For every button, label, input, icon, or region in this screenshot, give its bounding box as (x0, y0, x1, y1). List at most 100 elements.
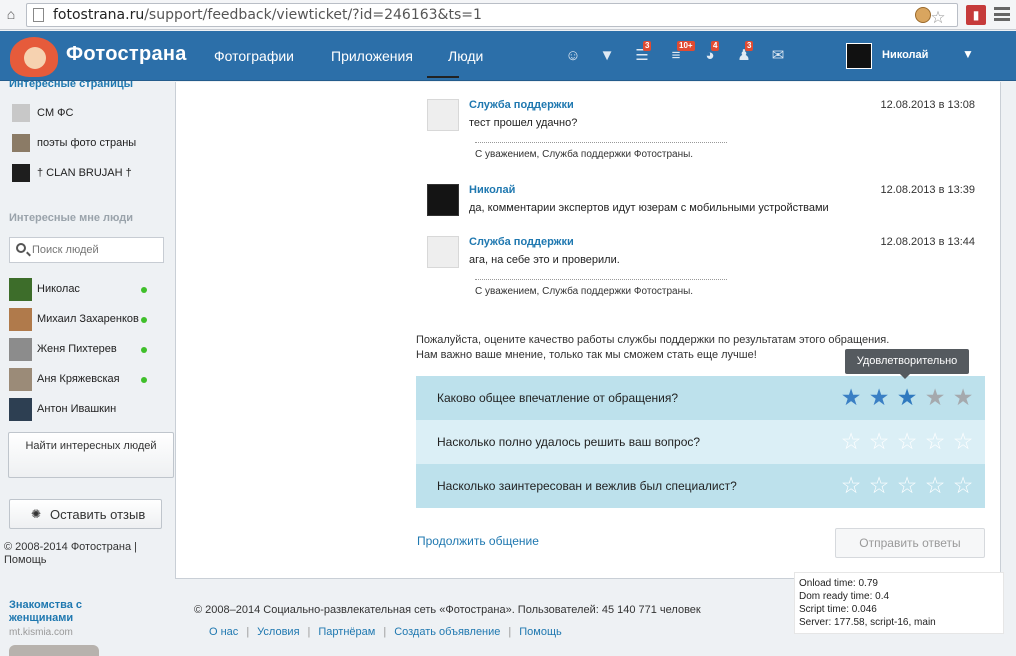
rating-row: Насколько полно удалось решить ваш вопро… (416, 420, 985, 464)
message-signature: С уважением, Служба поддержки Фотостраны… (475, 286, 694, 297)
url-text: fotostrana.ru/support/feedback/viewticke… (53, 7, 482, 23)
browser-toolbar: ⌂ fotostrana.ru/support/feedback/viewtic… (0, 0, 1016, 30)
browser-menu-icon[interactable] (994, 7, 1010, 21)
person-item[interactable]: Аня Кряжевская (9, 368, 169, 392)
copyright-text: © 2008-2014 Фотострана (4, 541, 132, 553)
signature-divider (475, 279, 727, 280)
find-people-button[interactable]: Найти интересных людей (8, 432, 174, 478)
footer-link-create-ad[interactable]: Создать объявление (394, 626, 500, 638)
star-icon[interactable]: ☆ (838, 428, 864, 454)
footer-divider: | (307, 626, 311, 638)
chevron-down-icon[interactable]: ▼ (962, 47, 974, 61)
home-icon[interactable]: ⌂ (3, 6, 19, 22)
logo-icon[interactable] (10, 37, 58, 77)
games-icon[interactable]: ◕ 4 (701, 41, 720, 64)
person-name: Аня Кряжевская (37, 373, 120, 385)
footer-link-help[interactable]: Помощь (519, 626, 562, 638)
page-thumb (12, 104, 30, 122)
star-icon[interactable]: ☆ (950, 472, 976, 498)
avatar[interactable] (846, 43, 872, 69)
debug-server: Server: 177.58, script-16, main (799, 617, 936, 628)
message-author[interactable]: Служба поддержки (469, 236, 574, 248)
help-link[interactable]: Помощь (4, 554, 47, 566)
message-author[interactable]: Николай (469, 184, 515, 196)
footer-links: О нас | Условия | Партнёрам | Создать объявлен… (209, 626, 562, 638)
star-icon[interactable]: ★ (838, 384, 864, 410)
star-icon[interactable]: ☆ (894, 472, 920, 498)
star-icon[interactable]: ☆ (922, 428, 948, 454)
message-author[interactable]: Служба поддержки (469, 99, 574, 111)
url-host: fotostrana.ru (53, 7, 145, 23)
sidebar-page-item[interactable]: † CLAN BRUJAH † (12, 164, 172, 182)
message-item: Служба поддержки 12.08.2013 в 13:44 ага,… (427, 236, 977, 306)
leave-feedback-label: Оставить отзыв (50, 507, 146, 522)
feed-badge: 10+ (677, 41, 695, 51)
rating-row: Каково общее впечатление от обращения? ★… (416, 376, 985, 420)
people-search[interactable] (9, 237, 164, 263)
star-icon[interactable]: ★ (866, 384, 892, 410)
page-icon (33, 8, 44, 22)
avatar (9, 398, 32, 421)
debug-panel: Onload time: 0.79 Dom ready time: 0.4 Sc… (794, 572, 1004, 634)
site-logo[interactable]: Фотострана (66, 43, 187, 66)
footer-link-partners[interactable]: Партнёрам (318, 626, 375, 638)
ad-url[interactable]: mt.kismia.com (9, 627, 73, 638)
search-input[interactable] (32, 242, 160, 258)
ad-image[interactable] (9, 645, 99, 656)
previous-avatar-edge (427, 76, 459, 78)
smile-icon[interactable]: ☺ (564, 48, 582, 64)
friends-icon[interactable]: ♟ 3 (735, 41, 754, 64)
ad-title[interactable]: Знакомства с женщинами (9, 599, 109, 625)
person-item[interactable]: Михаил Захаренков (9, 308, 169, 332)
footer-link-about[interactable]: О нас (209, 626, 238, 638)
address-bar[interactable]: fotostrana.ru/support/feedback/viewticke… (26, 3, 958, 27)
star-icon[interactable]: ★ (894, 384, 920, 410)
nav-apps[interactable]: Приложения (331, 48, 413, 64)
submit-answers-button[interactable]: Отправить ответы (835, 528, 985, 558)
sidebar: Интересные страницы CM ФС поэты фото стр… (0, 78, 175, 656)
person-name: Николас (37, 283, 80, 295)
person-item[interactable]: Женя Пихтерев (9, 338, 169, 362)
page-thumb (12, 164, 30, 182)
mail-icon[interactable]: ✉ (769, 48, 787, 64)
signature-divider (475, 142, 727, 143)
star-icon[interactable]: ☆ (950, 428, 976, 454)
star-icon[interactable]: ★ (950, 384, 976, 410)
rating-tooltip: Удовлетворительно (845, 349, 969, 379)
person-item[interactable]: Антон Ивашкин (9, 398, 169, 422)
bookmark-star-icon[interactable]: ☆ (925, 5, 951, 31)
star-icon[interactable]: ☆ (894, 428, 920, 454)
support-avatar (427, 236, 459, 268)
star-icon[interactable]: ☆ (866, 472, 892, 498)
person-name: Михаил Захаренков (37, 313, 139, 325)
notes-icon[interactable]: ☰ 3 (633, 41, 652, 64)
page-label: † CLAN BRUJAH † (37, 167, 132, 179)
footer-link-terms[interactable]: Условия (257, 626, 299, 638)
continue-conversation-link[interactable]: Продолжить общение (417, 534, 539, 548)
rating-row: Насколько заинтересован и вежлив был спе… (416, 464, 985, 508)
user-name[interactable]: Николай (882, 49, 928, 61)
rating-intro-line2: Нам важно ваше мнение, только так мы смо… (416, 349, 757, 361)
lightbulb-icon: ✺ (30, 507, 42, 521)
nav-photos[interactable]: Фотографии (214, 48, 294, 64)
message-time: 12.08.2013 в 13:44 (880, 236, 975, 248)
feed-icon[interactable]: ≡ 10+ (667, 41, 695, 64)
interesting-pages-title[interactable]: Интересные страницы (9, 78, 133, 90)
bookmarks-icon[interactable]: ▮ (966, 5, 986, 25)
page-label: поэты фото страны (37, 137, 137, 149)
nav-people[interactable]: Люди (448, 48, 483, 64)
message-signature: С уважением, Служба поддержки Фотостраны… (475, 149, 694, 160)
diamond-icon[interactable]: ▼ (598, 48, 616, 64)
footer-divider: | (508, 626, 512, 638)
star-icon[interactable]: ☆ (838, 472, 864, 498)
person-name: Женя Пихтерев (37, 343, 117, 355)
person-item[interactable]: Николас (9, 278, 169, 302)
leave-feedback-button[interactable]: ✺ Оставить отзыв (9, 499, 162, 529)
message-text: ага, на себе это и проверили. (469, 254, 620, 266)
url-path: /support/feedback/viewticket/?id=246163&… (144, 7, 482, 23)
star-icon[interactable]: ☆ (922, 472, 948, 498)
sidebar-page-item[interactable]: поэты фото страны (12, 134, 172, 152)
sidebar-page-item[interactable]: CM ФС (12, 104, 172, 122)
star-icon[interactable]: ★ (922, 384, 948, 410)
star-icon[interactable]: ☆ (866, 428, 892, 454)
